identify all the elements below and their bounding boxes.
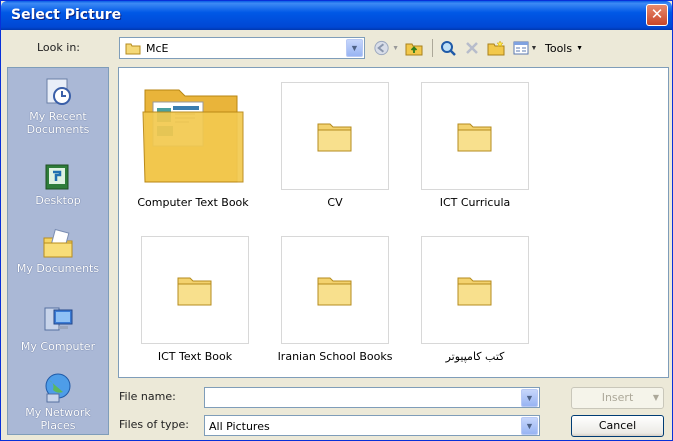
- cancel-label: Cancel: [598, 419, 637, 432]
- file-name: CV: [327, 196, 343, 209]
- files-of-type-value: All Pictures: [209, 420, 270, 433]
- file-name-label: File name:: [119, 390, 176, 403]
- tools-label: Tools: [545, 41, 573, 55]
- place-label: Desktop: [35, 194, 81, 207]
- place-my-computer[interactable]: My Computer: [8, 304, 108, 353]
- new-folder-button[interactable]: [485, 38, 507, 58]
- select-picture-dialog: Select Picture ✕ Look in: McE ▼ ▼ ▼ Tool…: [0, 0, 673, 441]
- file-item-computer-text-book[interactable]: Computer Text Book: [123, 82, 263, 209]
- folder-icon: [317, 123, 352, 152]
- file-name-input[interactable]: ▼: [204, 387, 540, 408]
- folder-icon: [177, 277, 212, 306]
- desktop-icon: [45, 164, 69, 190]
- places-bar: My Recent Documents Desktop My Documents: [7, 67, 109, 435]
- file-name: ICT Curricula: [439, 196, 511, 209]
- chevron-down-icon: ▼: [652, 393, 659, 402]
- search-web-button[interactable]: [437, 38, 459, 58]
- file-item-computer-books-persian[interactable]: کتب کامپیوتر: [405, 236, 545, 363]
- delete-icon: [466, 42, 478, 54]
- cancel-button[interactable]: Cancel: [571, 415, 664, 437]
- folder-thumbnail-icon: [142, 89, 244, 183]
- window-title: Select Picture: [11, 7, 122, 23]
- toolbar-separator: [428, 38, 436, 58]
- place-label: My Documents: [16, 262, 100, 275]
- up-one-level-button[interactable]: [403, 38, 425, 58]
- views-button[interactable]: ▼: [509, 38, 541, 58]
- thumbnail-frame: [281, 82, 389, 190]
- chevron-down-icon[interactable]: ▼: [346, 39, 363, 57]
- insert-label: Insert: [601, 391, 634, 404]
- back-icon: [374, 40, 389, 56]
- folder-icon: [457, 123, 492, 152]
- chevron-down-icon[interactable]: ▼: [521, 389, 538, 407]
- file-name: Iranian School Books: [277, 350, 393, 363]
- files-of-type-dropdown[interactable]: All Pictures ▼: [204, 415, 540, 436]
- file-item-cv[interactable]: CV: [265, 82, 405, 209]
- chevron-down-icon[interactable]: ▼: [521, 417, 538, 435]
- thumbnail-frame: [141, 236, 249, 344]
- thumbnail-frame: [421, 82, 529, 190]
- tools-menu[interactable]: Tools ▼: [545, 38, 605, 58]
- recent-documents-icon: [46, 78, 71, 105]
- my-computer-icon: [44, 307, 73, 331]
- search-web-icon: [441, 41, 456, 56]
- look-in-value: McE: [146, 42, 169, 55]
- new-folder-icon: [487, 40, 505, 56]
- close-icon: ✕: [650, 5, 664, 23]
- close-button[interactable]: ✕: [646, 4, 668, 26]
- up-folder-icon: [405, 43, 423, 56]
- look-in-label: Look in:: [37, 41, 80, 54]
- network-places-icon: [45, 373, 71, 403]
- place-label: My Computer: [20, 340, 96, 353]
- file-list-view[interactable]: Computer Text Book CV ICT Curricula ICT …: [118, 67, 669, 378]
- file-name: Computer Text Book: [137, 196, 249, 209]
- file-item-iranian-school-books[interactable]: Iranian School Books: [265, 236, 405, 363]
- insert-button[interactable]: Insert ▼: [571, 387, 664, 409]
- file-item-ict-text-book[interactable]: ICT Text Book: [125, 236, 265, 363]
- place-my-recent-documents[interactable]: My Recent Documents: [8, 76, 108, 136]
- title-bar[interactable]: Select Picture ✕: [1, 1, 672, 30]
- folder-icon: [457, 277, 492, 306]
- place-label: My Recent Documents: [26, 110, 90, 136]
- views-icon: [513, 41, 529, 55]
- file-name: ICT Text Book: [157, 350, 233, 363]
- place-desktop[interactable]: Desktop: [8, 162, 108, 207]
- folder-icon: [125, 43, 141, 55]
- look-in-dropdown[interactable]: McE ▼: [119, 37, 365, 59]
- place-my-documents[interactable]: My Documents: [8, 228, 108, 275]
- file-item-ict-curricula[interactable]: ICT Curricula: [405, 82, 545, 209]
- back-button[interactable]: ▼: [373, 38, 399, 58]
- place-my-network-places[interactable]: My Network Places: [8, 372, 108, 432]
- thumbnail-frame: [281, 236, 389, 344]
- delete-button[interactable]: [461, 38, 483, 58]
- folder-icon: [317, 277, 352, 306]
- files-of-type-label: Files of type:: [119, 418, 190, 431]
- thumbnail-frame: [421, 236, 529, 344]
- my-documents-icon: [43, 228, 73, 258]
- place-label: My Network Places: [25, 406, 91, 432]
- file-name: کتب کامپیوتر: [445, 350, 505, 363]
